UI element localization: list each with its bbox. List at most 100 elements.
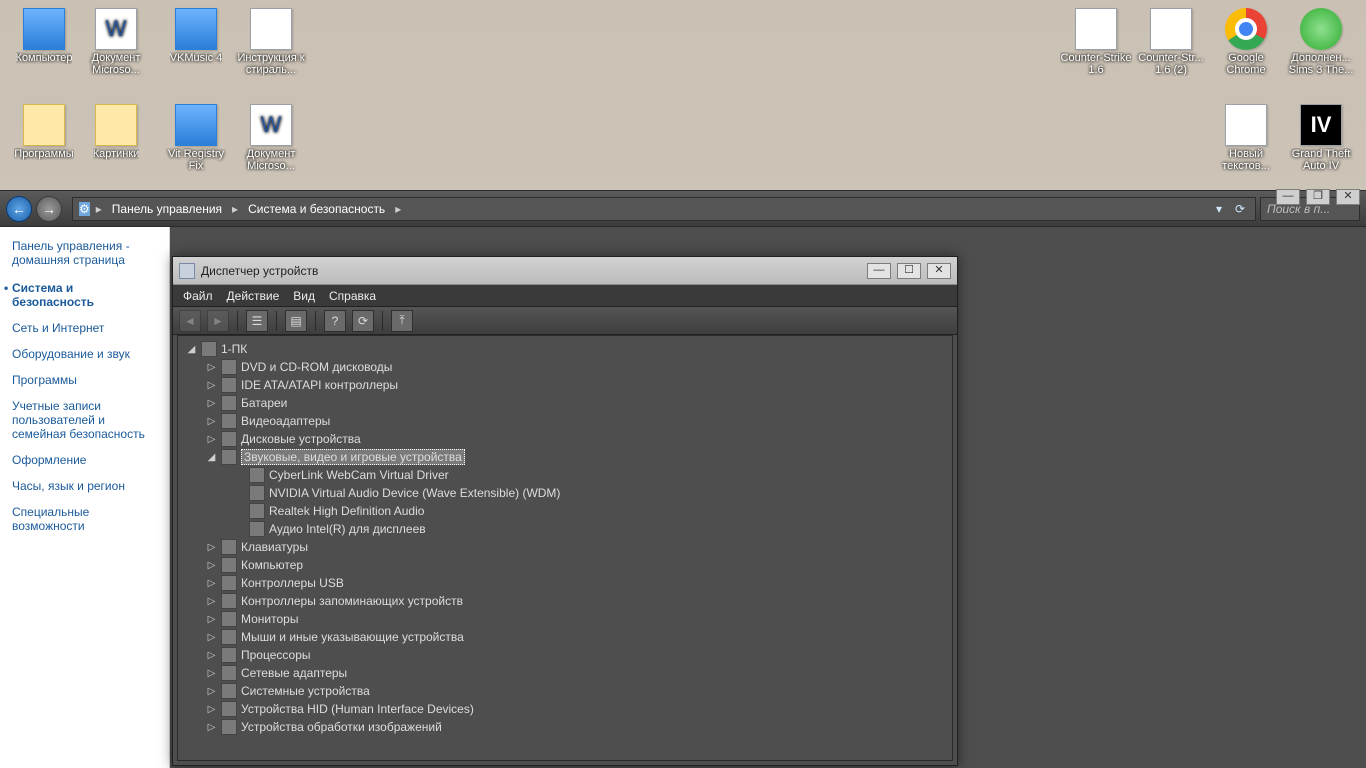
expand-toggle-icon[interactable]: ▷ [206, 560, 217, 571]
expand-toggle-icon[interactable]: ▷ [206, 380, 217, 391]
tree-item-label: Устройства обработки изображений [241, 720, 442, 734]
expand-toggle-icon[interactable]: ▷ [206, 362, 217, 373]
desktop-icon[interactable]: IVGrand Theft Auto IV [1285, 104, 1357, 172]
tree-item-label: Realtek High Definition Audio [269, 504, 424, 518]
app-icon: IV [1300, 104, 1342, 146]
device-category[interactable]: ▷Батареи [178, 394, 952, 412]
expand-toggle-icon[interactable]: ▷ [206, 686, 217, 697]
maximize-button[interactable]: ☐ [897, 263, 921, 279]
device-icon [249, 503, 265, 519]
expand-toggle-icon[interactable]: ▷ [206, 542, 217, 553]
device-category[interactable]: ▷Клавиатуры [178, 538, 952, 556]
device-category[interactable]: ▷Контроллеры USB [178, 574, 952, 592]
device-category[interactable]: ▷Компьютер [178, 556, 952, 574]
device-category[interactable]: ▷Устройства HID (Human Interface Devices… [178, 700, 952, 718]
device-category[interactable]: ▷Дисковые устройства [178, 430, 952, 448]
toolbtn-help[interactable]: ? [324, 310, 346, 332]
expand-toggle-icon[interactable]: ▷ [206, 398, 217, 409]
breadcrumb[interactable]: ⚙ ▸ Панель управления ▸ Система и безопа… [72, 197, 1256, 221]
desktop-icon[interactable]: Vit Registry Fix [160, 104, 232, 172]
menu-view[interactable]: Вид [293, 289, 315, 303]
desktop-icon[interactable]: Программы [8, 104, 80, 160]
sidebar-item[interactable]: Оформление [0, 447, 169, 473]
device-category[interactable]: ◢Звуковые, видео и игровые устройства [178, 448, 952, 466]
expand-toggle-icon[interactable]: ▷ [206, 704, 217, 715]
breadcrumb-part-0[interactable]: Панель управления [108, 200, 226, 218]
device-icon [221, 665, 237, 681]
restore-button[interactable]: ❐ [1306, 189, 1330, 205]
device-root[interactable]: ◢1-ПК [178, 340, 952, 358]
device-category[interactable]: ▷Сетевые адаптеры [178, 664, 952, 682]
device-category[interactable]: ▷IDE ATA/ATAPI контроллеры [178, 376, 952, 394]
expand-toggle-icon[interactable]: ◢ [186, 344, 197, 355]
minimize-button[interactable]: — [1276, 189, 1300, 205]
toolbtn-forward: ► [207, 310, 229, 332]
expand-toggle-icon[interactable]: ▷ [206, 722, 217, 733]
close-button[interactable]: ✕ [1336, 189, 1360, 205]
nav-forward-button[interactable]: → [36, 196, 62, 222]
menu-action[interactable]: Действие [227, 289, 280, 303]
device-category[interactable]: ▷Системные устройства [178, 682, 952, 700]
device-icon [221, 683, 237, 699]
breadcrumb-part-1[interactable]: Система и безопасность [244, 200, 389, 218]
sidebar-item[interactable]: Часы, язык и регион [0, 473, 169, 499]
device-icon [221, 539, 237, 555]
close-button[interactable]: ✕ [927, 263, 951, 279]
control-panel-icon: ⚙ [79, 202, 90, 216]
sidebar-item[interactable]: Система и безопасность [0, 275, 169, 315]
expand-toggle-icon[interactable]: ▷ [206, 416, 217, 427]
expand-toggle-icon[interactable]: ▷ [206, 632, 217, 643]
breadcrumb-history-dropdown[interactable]: ▾ [1213, 202, 1225, 216]
app-icon [175, 104, 217, 146]
sidebar-item[interactable]: Оборудование и звук [0, 341, 169, 367]
expand-toggle-icon[interactable]: ▷ [206, 668, 217, 679]
toolbtn-update-driver[interactable]: ⤒ [391, 310, 413, 332]
desktop-icon[interactable]: WДокумент Microso... [235, 104, 307, 172]
device-manager-titlebar[interactable]: Диспетчер устройств — ☐ ✕ [173, 257, 957, 285]
sidebar-item[interactable]: Программы [0, 367, 169, 393]
device-tree[interactable]: ◢1-ПК▷DVD и CD-ROM дисководы▷IDE ATA/ATA… [177, 335, 953, 761]
desktop-icon[interactable]: Counter-Strike 1.6 [1060, 8, 1132, 76]
expand-toggle-icon[interactable]: ▷ [206, 650, 217, 661]
sidebar-item[interactable]: Сеть и Интернет [0, 315, 169, 341]
desktop-icon[interactable]: Дополнен... Sims 3 The... [1285, 8, 1357, 76]
desktop-icon[interactable]: WДокумент Microso... [80, 8, 152, 76]
device-category[interactable]: ▷DVD и CD-ROM дисководы [178, 358, 952, 376]
desktop[interactable]: КомпьютерWДокумент Microso...VKMusic 4Ин… [0, 0, 1366, 768]
minimize-button[interactable]: — [867, 263, 891, 279]
expand-toggle-icon[interactable]: ▷ [206, 578, 217, 589]
device-category[interactable]: ▷Мыши и иные указывающие устройства [178, 628, 952, 646]
menu-help[interactable]: Справка [329, 289, 376, 303]
expand-toggle-icon[interactable]: ▷ [206, 434, 217, 445]
desktop-icon[interactable]: Новый текстов... [1210, 104, 1282, 172]
device-icon [221, 593, 237, 609]
desktop-icon[interactable]: Картинки [80, 104, 152, 160]
device-item[interactable]: CyberLink WebCam Virtual Driver [178, 466, 952, 484]
toolbtn-properties[interactable]: ▤ [285, 310, 307, 332]
desktop-icon[interactable]: Инструкция к стираль... [235, 8, 307, 76]
desktop-icon[interactable]: Counter-Str... 1.6 (2) [1135, 8, 1207, 76]
control-panel-home-link[interactable]: Панель управления - домашняя страница [0, 227, 169, 275]
nav-back-button[interactable]: ← [6, 196, 32, 222]
menu-file[interactable]: Файл [183, 289, 213, 303]
expand-toggle-icon[interactable]: ▷ [206, 596, 217, 607]
desktop-icon[interactable]: VKMusic 4 [160, 8, 232, 64]
device-category[interactable]: ▷Видеоадаптеры [178, 412, 952, 430]
device-item[interactable]: Realtek High Definition Audio [178, 502, 952, 520]
device-category[interactable]: ▷Мониторы [178, 610, 952, 628]
desktop-icon[interactable]: Google Chrome [1210, 8, 1282, 76]
sidebar-item[interactable]: Учетные записи пользователей и семейная … [0, 393, 169, 447]
toolbtn-scan-hardware[interactable]: ⟳ [352, 310, 374, 332]
sidebar-item[interactable]: Специальные возможности [0, 499, 169, 539]
device-category[interactable]: ▷Процессоры [178, 646, 952, 664]
desktop-icon[interactable]: Компьютер [8, 8, 80, 64]
device-category[interactable]: ▷ Устройства обработки изображений [178, 718, 952, 736]
device-icon [221, 647, 237, 663]
toolbtn-show-hidden[interactable]: ☰ [246, 310, 268, 332]
expand-toggle-icon[interactable]: ◢ [206, 452, 217, 463]
device-category[interactable]: ▷Контроллеры запоминающих устройств [178, 592, 952, 610]
device-item[interactable]: NVIDIA Virtual Audio Device (Wave Extens… [178, 484, 952, 502]
expand-toggle-icon[interactable]: ▷ [206, 614, 217, 625]
device-item[interactable]: Аудио Intel(R) для дисплеев [178, 520, 952, 538]
refresh-button[interactable]: ⟳ [1231, 200, 1249, 218]
